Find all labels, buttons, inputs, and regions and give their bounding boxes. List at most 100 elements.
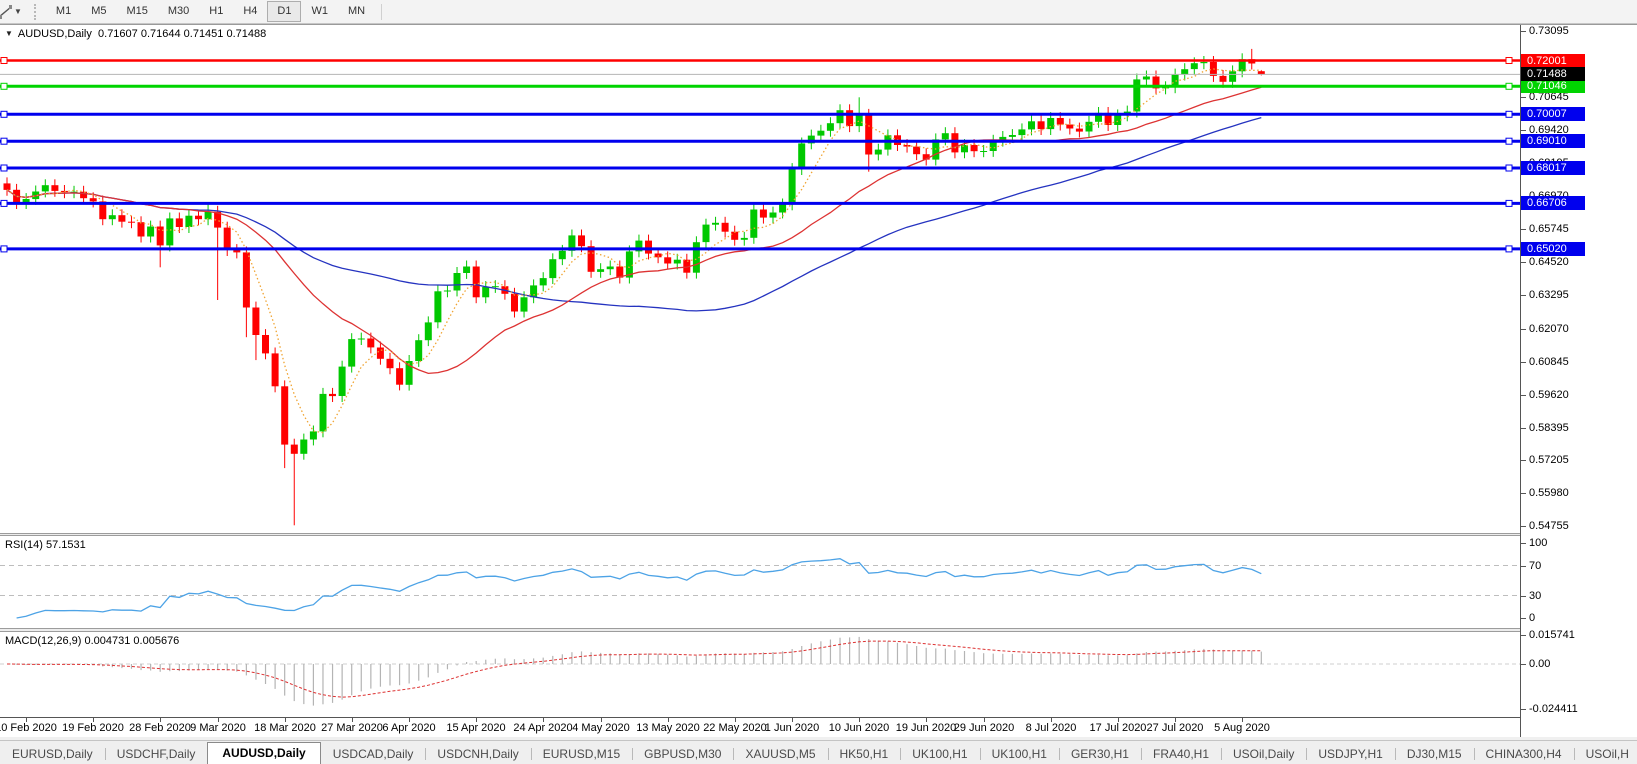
price-tag: 0.65020 [1521,242,1585,256]
price-tick-label: 0.58395 [1529,422,1569,435]
toolbar-dropdown-arrow-icon[interactable]: ▼ [12,7,28,16]
chart-ohlc-values: 0.71607 0.71644 0.71451 0.71488 [98,28,266,40]
macd-chart-svg [0,632,1520,717]
price-tick-label: 0.60845 [1529,356,1569,369]
price-tick-label: 70 [1529,560,1541,573]
chart-tab-gbpusd-m30[interactable]: GBPUSD,M30 [632,744,733,764]
toolbar-separator [381,4,382,20]
axis-tick-mark [1521,596,1526,597]
chart-tab-china300-h4[interactable]: CHINA300,H4 [1474,744,1574,764]
chart-menu-icon[interactable]: ▼ [5,29,13,38]
macd-title: MACD(12,26,9) 0.004731 0.005676 [5,635,179,647]
chart-tab-ger30-h1[interactable]: GER30,H1 [1059,744,1141,764]
rsi-title: RSI(14) 57.1531 [5,539,86,551]
rsi-chart-svg [0,536,1520,628]
chart-tab-usoil-h[interactable]: USOil,H [1574,744,1637,764]
axis-tick-mark [1521,664,1526,665]
chart-tab-dj30-m15[interactable]: DJ30,M15 [1395,744,1474,764]
price-tag: 0.70007 [1521,107,1585,121]
date-tick-label: 5 Aug 2020 [1197,722,1287,734]
chart-tab-xauusd-m5[interactable]: XAUUSD,M5 [733,744,827,764]
price-tick-label: 30 [1529,590,1541,603]
timeframe-button-mn[interactable]: MN [338,1,375,22]
date-axis[interactable]: 10 Feb 202019 Feb 202028 Feb 20209 Mar 2… [0,717,1520,738]
chart-tab-uk100-h1[interactable]: UK100,H1 [900,744,979,764]
chart-tab-hk50-h1[interactable]: HK50,H1 [828,744,901,764]
macd-pane[interactable] [0,632,1520,717]
price-tick-label: -0.024411 [1529,703,1578,716]
timeframe-button-m5[interactable]: M5 [81,1,116,22]
horizontal-levels-group[interactable] [0,58,1520,252]
price-tick-label: 0.54755 [1529,520,1569,533]
chart-tabs: EURUSD,DailyUSDCHF,DailyAUDUSD,DailyUSDC… [0,743,1637,764]
timeframe-button-m1[interactable]: M1 [46,1,81,22]
chart-tab-usoil-daily[interactable]: USOil,Daily [1221,744,1306,764]
macd-histogram-group [7,637,1261,706]
rsi-pane[interactable] [0,536,1520,628]
price-tick-label: 0.63295 [1529,289,1569,302]
chart-tab-eurusd-m15[interactable]: EURUSD,M15 [531,744,632,764]
price-tick-label: 0.015741 [1529,629,1575,642]
price-tick-label: 0.65745 [1529,223,1569,236]
axis-tick-mark [1521,130,1526,131]
chart-tab-usdjpy-h1[interactable]: USDJPY,H1 [1306,744,1394,764]
chart-tab-fra40-h1[interactable]: FRA40,H1 [1141,744,1221,764]
sma-20-line [7,87,1261,373]
price-tick-label: 100 [1529,537,1547,550]
trading-platform-window: ▼ M1M5M15M30H1H4D1W1MN ▼ AUDUSD,Daily 0.7… [0,0,1637,764]
price-tick-label: 0.55980 [1529,487,1569,500]
sma-5-line [7,69,1261,433]
line-tool-icon[interactable] [0,4,12,20]
macd-values: 0.004731 0.005676 [84,635,179,647]
macd-signal-line [7,641,1261,697]
axis-tick-mark [1521,229,1526,230]
chart-symbol-label: AUDUSD,Daily [18,28,92,40]
axis-tick-mark [1521,543,1526,544]
price-tag: 0.66706 [1521,196,1585,210]
axis-tick-mark [1521,395,1526,396]
price-chart-svg [0,25,1520,533]
candles-group [4,49,1265,525]
price-tag: 0.72001 [1521,54,1585,68]
chart-tab-usdchf-daily[interactable]: USDCHF,Daily [105,744,208,764]
rsi-line [17,559,1262,618]
price-tick-label: 0.73095 [1529,25,1569,38]
price-axis[interactable]: 0.730950.718700.706450.694200.681950.669… [1520,25,1637,737]
chart-title: ▼ AUDUSD,Daily 0.71607 0.71644 0.71451 0.… [5,28,266,40]
chart-tab-uk100-h1[interactable]: UK100,H1 [980,744,1059,764]
chart-tab-bar: EURUSD,DailyUSDCHF,DailyAUDUSD,DailyUSDC… [0,740,1637,764]
toolbar-grip[interactable] [34,4,40,20]
timeframe-button-h4[interactable]: H4 [233,1,267,22]
main-chart-pane[interactable] [0,25,1520,533]
axis-tick-mark [1521,295,1526,296]
price-tick-label: 0 [1529,612,1535,625]
axis-tick-mark [1521,329,1526,330]
timeframe-button-d1[interactable]: D1 [267,1,301,22]
price-tag: 0.71488 [1521,67,1585,81]
timeframe-button-w1[interactable]: W1 [301,1,338,22]
axis-tick-mark [1521,262,1526,263]
axis-tick-mark [1521,635,1526,636]
chart-tab-usdcad-daily[interactable]: USDCAD,Daily [321,744,426,764]
price-tag: 0.71046 [1521,79,1585,93]
sma-50-line [7,118,1261,311]
price-tick-label: 0.64520 [1529,256,1569,269]
rsi-label: RSI(14) [5,539,43,551]
price-tag: 0.68017 [1521,161,1585,175]
price-tick-label: 0.59620 [1529,389,1569,402]
timeframe-button-m30[interactable]: M30 [158,1,199,22]
price-tick-label: 0.62070 [1529,323,1569,336]
axis-tick-mark [1521,709,1526,710]
timeframe-button-m15[interactable]: M15 [116,1,157,22]
chart-tab-eurusd-daily[interactable]: EURUSD,Daily [0,744,105,764]
axis-tick-mark [1521,618,1526,619]
macd-label: MACD(12,26,9) [5,635,81,647]
chart-tab-usdcnh-daily[interactable]: USDCNH,Daily [425,744,530,764]
chart-tab-audusd-daily[interactable]: AUDUSD,Daily [207,742,320,764]
timeframe-button-h1[interactable]: H1 [199,1,233,22]
timeframe-toolbar: ▼ M1M5M15M30H1H4D1W1MN [0,0,1637,24]
axis-tick-mark [1521,97,1526,98]
axis-tick-mark [1521,493,1526,494]
rsi-value: 57.1531 [46,539,86,551]
timeframe-buttons: M1M5M15M30H1H4D1W1MN [46,1,375,22]
